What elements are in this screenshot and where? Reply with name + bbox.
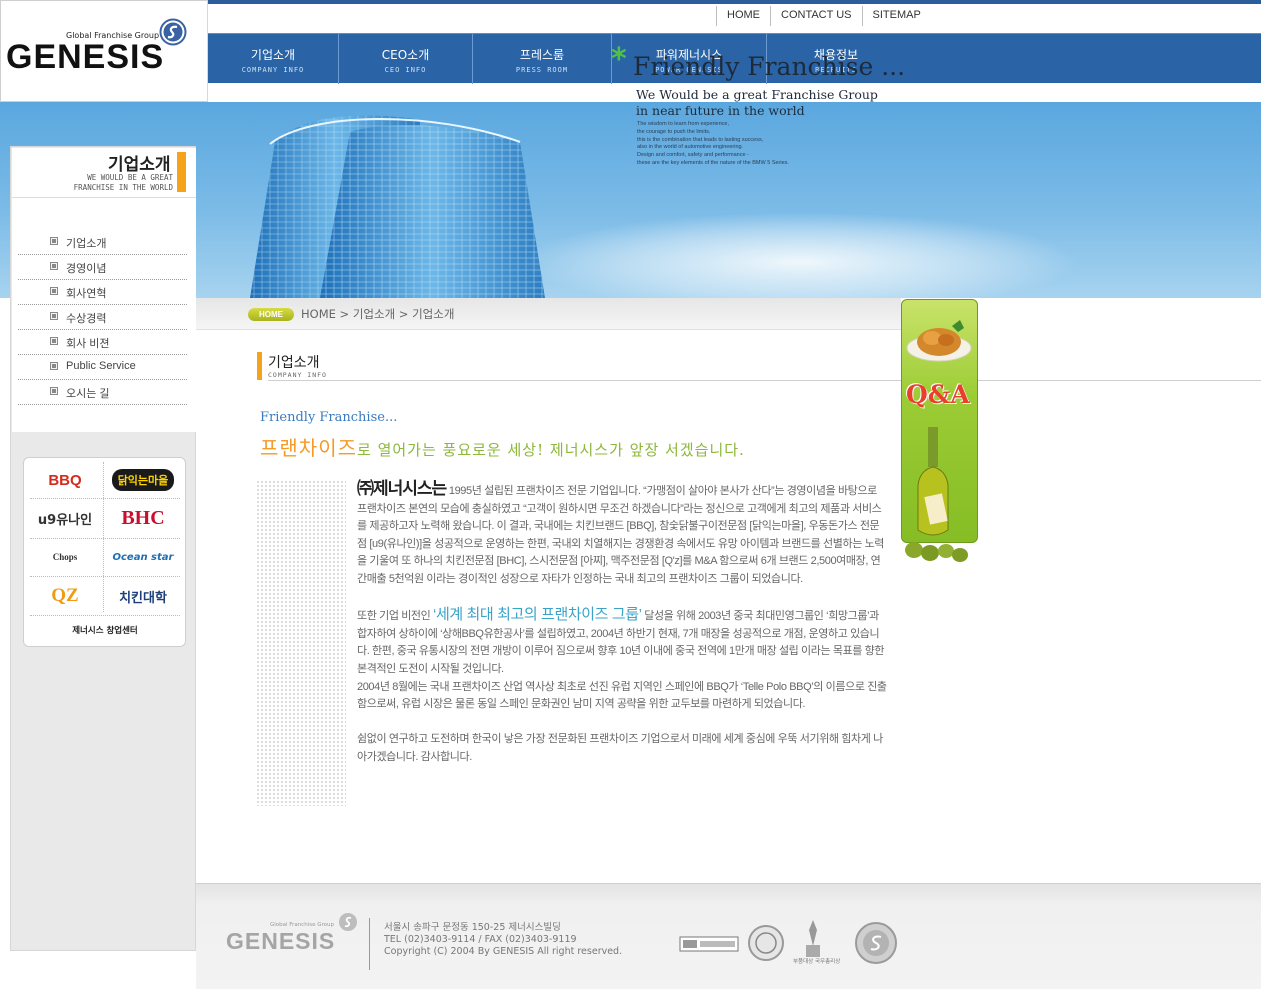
banner-small-line: these are the key elements of the nature… (637, 159, 789, 166)
footer-logo-mark-icon (339, 913, 357, 931)
footer-divider (369, 918, 370, 970)
bullet-icon (50, 287, 58, 295)
logo-text[interactable]: GENESIS (6, 38, 164, 77)
company-name: ㈜제너시스는 (357, 479, 447, 498)
nav-company-info[interactable]: 기업소개 COMPANY INFO (208, 34, 339, 84)
utility-nav: HOME CONTACT US SITEMAP (716, 6, 931, 26)
qna-label: Q&A (906, 380, 970, 409)
breadcrumb: HOME > 기업소개 > 기업소개 (301, 307, 455, 321)
brand-logo-chicken-univ[interactable]: 치킨대학 (104, 578, 182, 614)
dotted-pattern (256, 480, 346, 806)
sidebar-item-label: 기업소개 (66, 238, 107, 250)
paragraph: 쉼없이 연구하고 도전하며 한국이 낳은 가장 전문화된 프랜차이즈 기업으로서… (357, 731, 887, 766)
sidebar-item-label: 오시는 길 (66, 388, 110, 400)
banner-subtitle: We Would be a great Franchise Group in n… (636, 87, 878, 119)
sidebar-title-accent (177, 152, 186, 192)
nav-label: CEO소개 (381, 48, 430, 62)
company-description: ㈜제너시스는 1995년 설립된 프랜차이즈 전문 기업입니다. “가맹점이 살… (357, 480, 887, 784)
sidebar-sub-line: WE WOULD BE A GREAT (87, 173, 173, 182)
sidebar-item-label: Public Service (66, 360, 136, 372)
util-sitemap-link[interactable]: SITEMAP (861, 6, 931, 26)
footer-phone: TEL (02)3403-9114 / FAX (02)3403-9119 (384, 934, 577, 945)
brand-divider (30, 498, 180, 499)
bullet-icon (50, 362, 58, 370)
home-badge[interactable]: HOME (248, 308, 294, 321)
banner-small-line: the courage to push the limits. (637, 128, 711, 135)
paragraph-text: 또한 기업 비전인 (357, 610, 434, 623)
section-divider (268, 380, 1261, 381)
sidebar-sub-line: FRANCHISE IN THE WORLD (73, 183, 173, 192)
banner-small-line: also in the world of automotive engineer… (637, 144, 744, 151)
sidebar-item-label: 회사 비젼 (66, 338, 110, 350)
banner-small-line: Design and comfort, safety and performan… (637, 152, 749, 159)
page-title: 기업소개 (268, 355, 320, 371)
banner-small-line: The wisdom to learn from experience, (637, 121, 730, 127)
nav-sublabel: CEO INFO (384, 66, 427, 74)
brand-logo-bbq[interactable]: BBQ (26, 462, 104, 498)
intro-highlight: 프랜차이즈 (260, 436, 357, 460)
sidebar-title: 기업소개 (108, 155, 171, 175)
brand-logo-qz[interactable]: QZ (26, 578, 104, 614)
sidebar-subtitle: WE WOULD BE A GREAT FRANCHISE IN THE WOR… (40, 173, 173, 193)
bullet-icon (50, 237, 58, 245)
paragraph-text: 1995년 설립된 프랜차이즈 전문 기업입니다. “가맹점이 살아야 본사가 … (357, 485, 885, 585)
nav-sublabel: COMPANY INFO (241, 66, 305, 74)
brand-divider (30, 576, 180, 577)
nav-ceo-info[interactable]: CEO소개 CEO INFO (339, 34, 473, 84)
footer-info: 서울시 송파구 문정동 150-25 제너시스빌딩 TEL (02)3403-9… (384, 922, 622, 958)
bullet-icon (50, 312, 58, 320)
brand-logo-bhc[interactable]: BHC (104, 500, 182, 536)
intro-english: Friendly Franchise... (260, 410, 398, 425)
sidebar-item-label: 회사연혁 (66, 288, 107, 300)
nav-label: 프레스룸 (519, 48, 565, 62)
util-contact-link[interactable]: CONTACT US (770, 6, 862, 26)
vision-quote: ‘세계 최대 최고의 프랜차이즈 그룹’ (433, 606, 642, 624)
olive-oil-icon (905, 427, 968, 562)
page-title-en: COMPANY INFO (268, 371, 327, 379)
paragraph: 또한 기업 비전인 ‘세계 최대 최고의 프랜차이즈 그룹’ 달성을 위해 20… (357, 606, 887, 714)
banner-small-line: this is the combination that leads to la… (637, 136, 764, 143)
bullet-icon (50, 337, 58, 345)
footer-logo: GENESIS (226, 928, 336, 954)
banner-sub-line: We Would be a great Franchise Group (636, 87, 878, 102)
footer-address: 서울시 송파구 문정동 150-25 제너시스빌딩 (384, 922, 561, 933)
bullet-icon (50, 387, 58, 395)
brand-startup-center[interactable]: 제너시스 창업센터 (30, 624, 180, 636)
cloud-glow (520, 212, 1080, 298)
banner-sub-line: in near future in the world (636, 103, 805, 118)
bullet-icon (50, 262, 58, 270)
nav-label: 기업소개 (250, 48, 296, 62)
brand-logo-dak-text: 닭익는마을 (111, 469, 175, 491)
banner-headline: Friendly Franchise ... (633, 52, 906, 81)
paragraph: ㈜제너시스는 1995년 설립된 프랜차이즈 전문 기업입니다. “가맹점이 살… (357, 480, 887, 589)
badge-caption: 부품대상 국무총리상 (793, 959, 841, 965)
star-icon: * (611, 42, 627, 77)
util-home-link[interactable]: HOME (716, 6, 770, 26)
brand-logo-chops[interactable]: Chops (26, 539, 104, 575)
top-strip (208, 0, 1261, 4)
paragraph-text: 2004년 8월에는 국내 프랜차이즈 산업 역사상 최초로 선진 유럽 지역인… (357, 680, 887, 711)
footer-copyright: Copyright (C) 2004 By GENESIS All right … (384, 946, 623, 957)
brand-logo-oceanstar[interactable]: Ocean star (104, 539, 182, 575)
brand-logo-u9[interactable]: u9유나인 (26, 500, 104, 536)
sidebar-item-label: 경영이념 (66, 263, 107, 275)
sidebar-item-label: 수상경력 (66, 313, 107, 325)
banner-small-text: The wisdom to learn from experience, the… (637, 121, 789, 168)
brand-divider (30, 615, 180, 616)
intro-tagline: 로 열어가는 풍요로운 세상! 제너시스가 앞장 서겠습니다. (357, 441, 745, 459)
nav-press-room[interactable]: 프레스룸 PRESS ROOM (473, 34, 612, 84)
building-image (250, 115, 545, 298)
section-title-accent (257, 352, 262, 380)
nav-sublabel: PRESS ROOM (515, 66, 569, 74)
brand-logo-dak[interactable]: 닭익는마을 (104, 462, 182, 498)
food-plate-icon (906, 320, 972, 362)
paragraph-text: 쉼없이 연구하고 도전하며 한국이 낳은 가장 전문화된 프랜차이즈 기업으로서… (357, 733, 883, 763)
